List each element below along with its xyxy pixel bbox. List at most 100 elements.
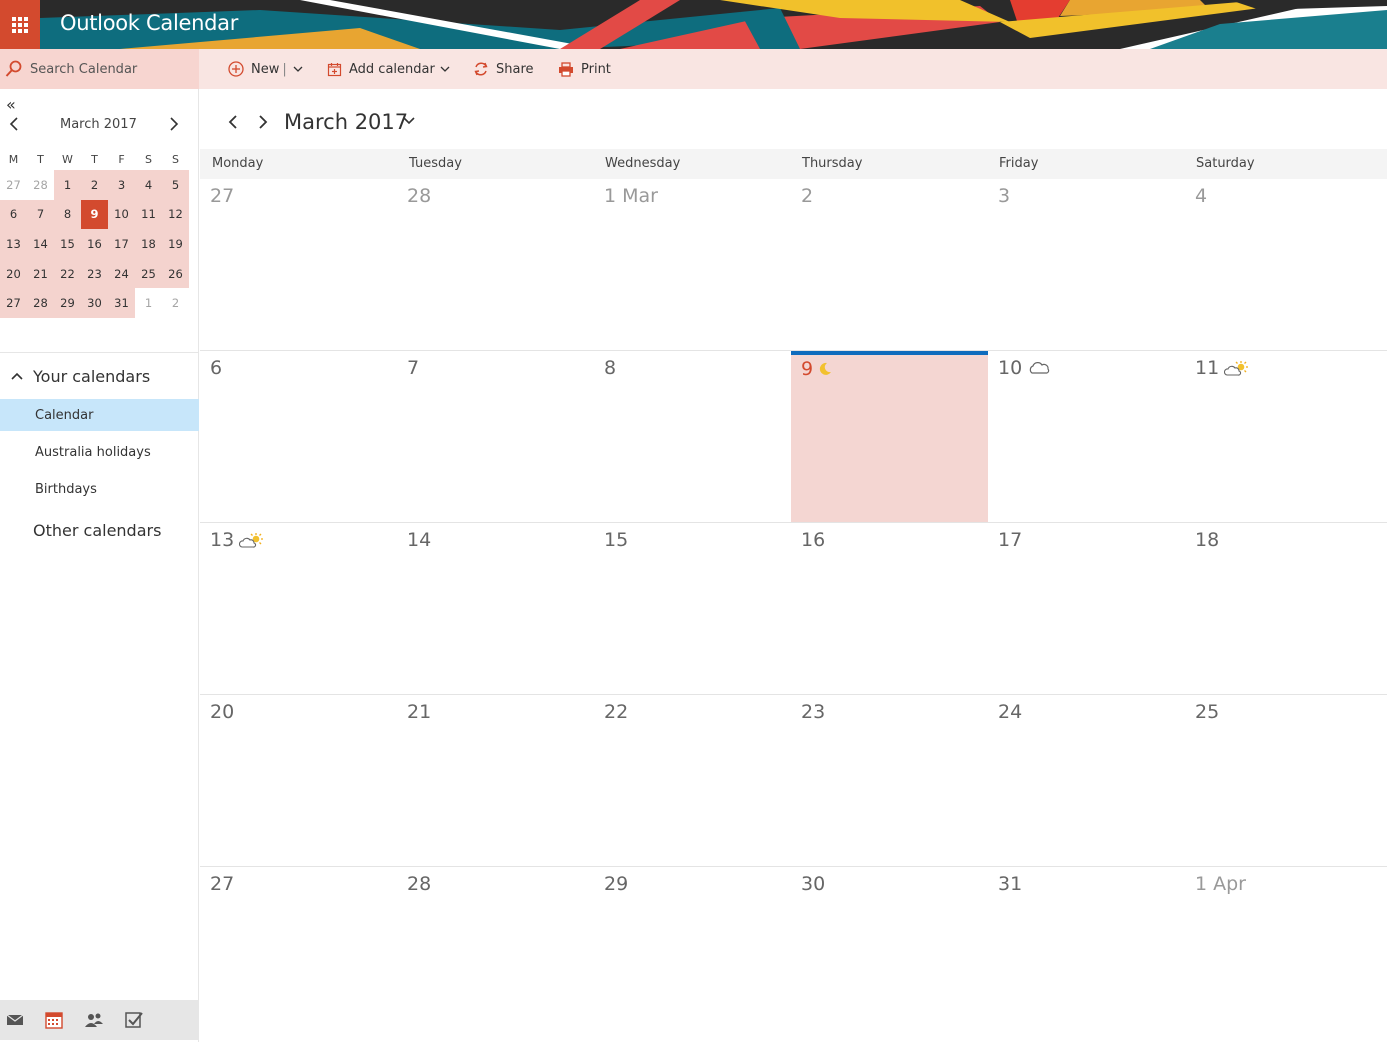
search-placeholder: Search Calendar <box>30 61 138 77</box>
mini-day[interactable]: 3 <box>108 170 135 200</box>
day-cell[interactable]: 11 <box>1185 351 1382 522</box>
mini-day[interactable]: 19 <box>162 229 189 259</box>
day-cell[interactable]: 24 <box>988 695 1185 866</box>
mini-day[interactable]: 27 <box>0 288 27 318</box>
mini-day[interactable]: 6 <box>0 199 27 230</box>
mini-day[interactable]: 11 <box>135 199 162 230</box>
share-button[interactable]: Share <box>473 49 534 89</box>
mini-day[interactable]: 28 <box>27 288 54 318</box>
add-calendar-button[interactable]: Add calendar <box>327 49 457 89</box>
day-number-text: 16 <box>801 529 826 551</box>
day-cell[interactable]: 4 <box>1185 179 1382 349</box>
mini-day[interactable]: 22 <box>54 258 81 289</box>
day-cell[interactable]: 30 <box>791 867 988 1040</box>
day-cell[interactable]: 27 <box>200 867 397 1040</box>
chevron-down-icon[interactable] <box>402 114 416 128</box>
mini-day[interactable]: 27 <box>0 170 27 200</box>
day-number: 27 <box>210 185 234 207</box>
day-cell[interactable]: 2 <box>791 179 988 349</box>
calendar-item-birthdays[interactable]: Birthdays <box>0 473 199 505</box>
mini-day[interactable]: 31 <box>108 288 135 318</box>
calendar-item-calendar[interactable]: Calendar <box>0 399 199 431</box>
mini-day[interactable]: 28 <box>27 170 54 200</box>
mini-day[interactable]: 15 <box>54 229 81 259</box>
day-cell[interactable]: 1 Apr <box>1185 867 1382 1040</box>
mini-day[interactable]: 21 <box>27 258 54 289</box>
mini-day[interactable]: 25 <box>135 258 162 289</box>
day-cell[interactable]: 7 <box>397 351 594 522</box>
day-number: 10 <box>998 357 1051 379</box>
day-cell[interactable]: 27 <box>200 179 397 349</box>
day-cell[interactable]: 17 <box>988 523 1185 694</box>
mini-day[interactable]: 16 <box>81 229 108 259</box>
mini-day[interactable]: 8 <box>54 199 81 230</box>
day-number-text: 27 <box>210 185 235 207</box>
day-number: 22 <box>604 701 628 723</box>
mini-day[interactable]: 17 <box>108 229 135 259</box>
partly-sunny-icon <box>239 533 264 548</box>
mini-day[interactable]: 4 <box>135 170 162 200</box>
mini-day[interactable]: 2 <box>162 288 189 318</box>
module-switcher <box>0 1000 199 1040</box>
day-cell[interactable]: 22 <box>594 695 791 866</box>
mini-day[interactable]: 18 <box>135 229 162 259</box>
day-cell-today[interactable]: 9 <box>791 351 988 522</box>
day-cell[interactable]: 3 <box>988 179 1185 349</box>
mini-day[interactable]: 10 <box>108 199 135 230</box>
mini-day[interactable]: 2 <box>81 170 108 200</box>
mini-day[interactable]: 24 <box>108 258 135 289</box>
mini-day[interactable]: 12 <box>162 199 189 230</box>
day-cell[interactable]: 18 <box>1185 523 1382 694</box>
mini-day[interactable]: 14 <box>27 229 54 259</box>
day-number-text: 15 <box>604 529 629 551</box>
tasks-icon[interactable] <box>124 1010 144 1030</box>
mini-day-today[interactable]: 9 <box>81 199 108 230</box>
mini-day[interactable]: 30 <box>81 288 108 318</box>
day-cell[interactable]: 31 <box>988 867 1185 1040</box>
day-cell[interactable]: 28 <box>397 867 594 1040</box>
mini-day[interactable]: 26 <box>162 258 189 289</box>
mini-day[interactable]: 29 <box>54 288 81 318</box>
day-cell[interactable]: 16 <box>791 523 988 694</box>
month-title[interactable]: March 2017 <box>284 110 408 134</box>
day-cell[interactable]: 25 <box>1185 695 1382 866</box>
print-label: Print <box>581 61 611 77</box>
day-cell[interactable]: 15 <box>594 523 791 694</box>
day-cell[interactable]: 23 <box>791 695 988 866</box>
day-cell[interactable]: 6 <box>200 351 397 522</box>
print-button[interactable]: Print <box>558 49 611 89</box>
chevron-right-icon[interactable] <box>167 115 181 133</box>
mini-day[interactable]: 1 <box>54 170 81 200</box>
chevron-down-icon[interactable] <box>293 64 303 74</box>
app-launcher-button[interactable] <box>0 0 40 49</box>
day-cell[interactable]: 29 <box>594 867 791 1040</box>
mini-day[interactable]: 1 <box>135 288 162 318</box>
day-cell[interactable]: 8 <box>594 351 791 522</box>
mini-day[interactable]: 20 <box>0 258 27 289</box>
day-cell[interactable]: 21 <box>397 695 594 866</box>
day-cell[interactable]: 14 <box>397 523 594 694</box>
mini-day[interactable]: 7 <box>27 199 54 230</box>
day-cell[interactable]: 13 <box>200 523 397 694</box>
mini-day[interactable]: 5 <box>162 170 189 200</box>
chevron-right-icon[interactable] <box>256 113 270 131</box>
mail-icon[interactable] <box>5 1010 25 1030</box>
chevron-left-icon[interactable] <box>226 113 240 131</box>
left-pane: « March 2017 M T W T F S S 27 28 1 2 3 4 5 6 7 8 9… <box>0 89 199 1042</box>
mini-calendar-title: March 2017 <box>60 117 137 132</box>
other-calendars-toggle[interactable]: Other calendars <box>33 521 161 540</box>
mini-day[interactable]: 23 <box>81 258 108 289</box>
people-icon[interactable] <box>84 1010 104 1030</box>
day-cell[interactable]: 20 <box>200 695 397 866</box>
your-calendars-toggle[interactable]: Your calendars <box>0 361 199 391</box>
calendar-item-australia-holidays[interactable]: Australia holidays <box>0 436 199 468</box>
day-cell[interactable]: 1 Mar <box>594 179 791 349</box>
mini-weekday: S <box>145 153 152 166</box>
new-button[interactable]: New | <box>228 49 310 89</box>
calendar-icon[interactable] <box>44 1010 64 1030</box>
mini-day[interactable]: 13 <box>0 229 27 259</box>
day-cell[interactable]: 10 <box>988 351 1185 522</box>
chevron-left-icon[interactable] <box>7 115 21 133</box>
day-cell[interactable]: 28 <box>397 179 594 349</box>
search-input[interactable]: Search Calendar <box>0 49 199 89</box>
